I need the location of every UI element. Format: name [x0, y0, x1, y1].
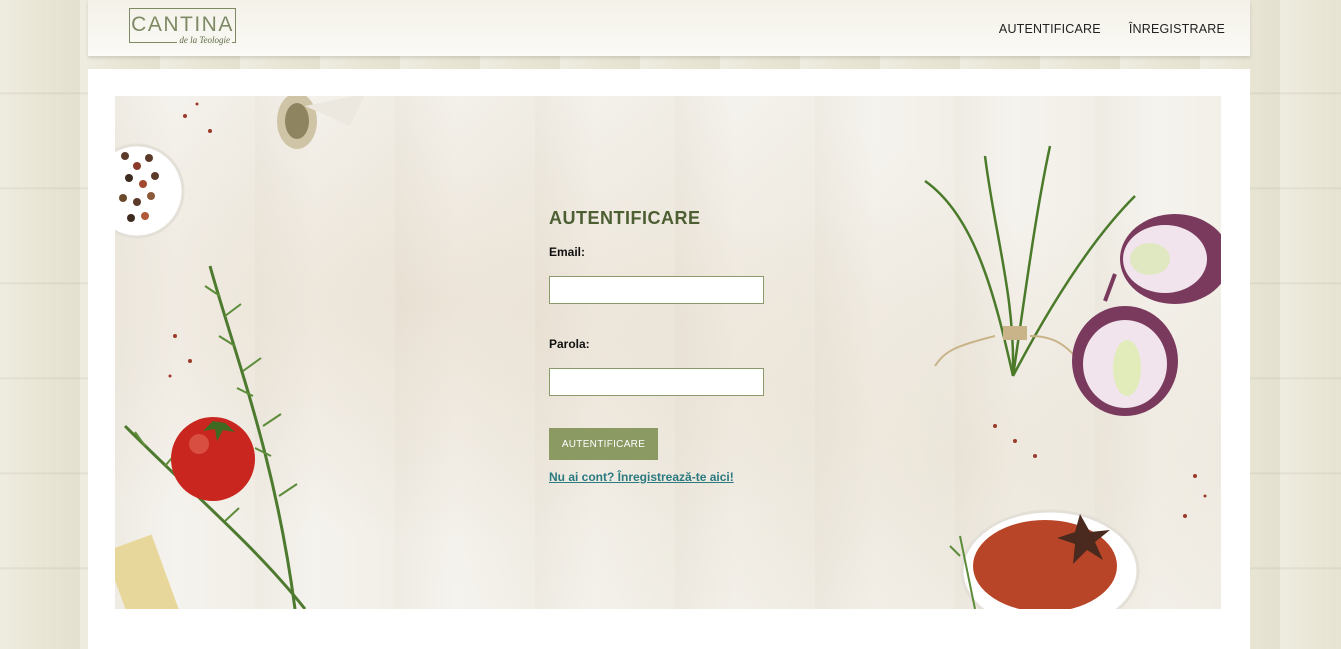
email-label: Email:	[549, 245, 586, 259]
nav-login-link[interactable]: AUTENTIFICARE	[999, 22, 1101, 36]
register-link[interactable]: Nu ai cont? Înregistrează-te aici!	[549, 470, 734, 484]
site-logo[interactable]: CANTINA de la Teologie	[129, 8, 236, 45]
site-header: CANTINA de la Teologie AUTENTIFICARE ÎNR…	[88, 0, 1250, 56]
logo-text: CANTINA	[131, 13, 234, 36]
password-label: Parola:	[549, 337, 590, 351]
hero-background: AUTENTIFICARE Email: Parola: AUTENTIFICA…	[115, 96, 1221, 609]
logo-subtext: de la Teologie	[177, 35, 232, 45]
top-nav: AUTENTIFICARE ÎNREGISTRARE	[999, 22, 1225, 36]
login-submit-button[interactable]: AUTENTIFICARE	[549, 428, 658, 460]
nav-register-link[interactable]: ÎNREGISTRARE	[1129, 22, 1225, 36]
food-decoration-image	[115, 96, 1221, 609]
login-form: AUTENTIFICARE Email: Parola: AUTENTIFICA…	[549, 208, 809, 484]
content-card: AUTENTIFICARE Email: Parola: AUTENTIFICA…	[88, 69, 1250, 649]
email-input[interactable]	[549, 276, 764, 304]
password-input[interactable]	[549, 368, 764, 396]
login-title: AUTENTIFICARE	[549, 208, 701, 228]
